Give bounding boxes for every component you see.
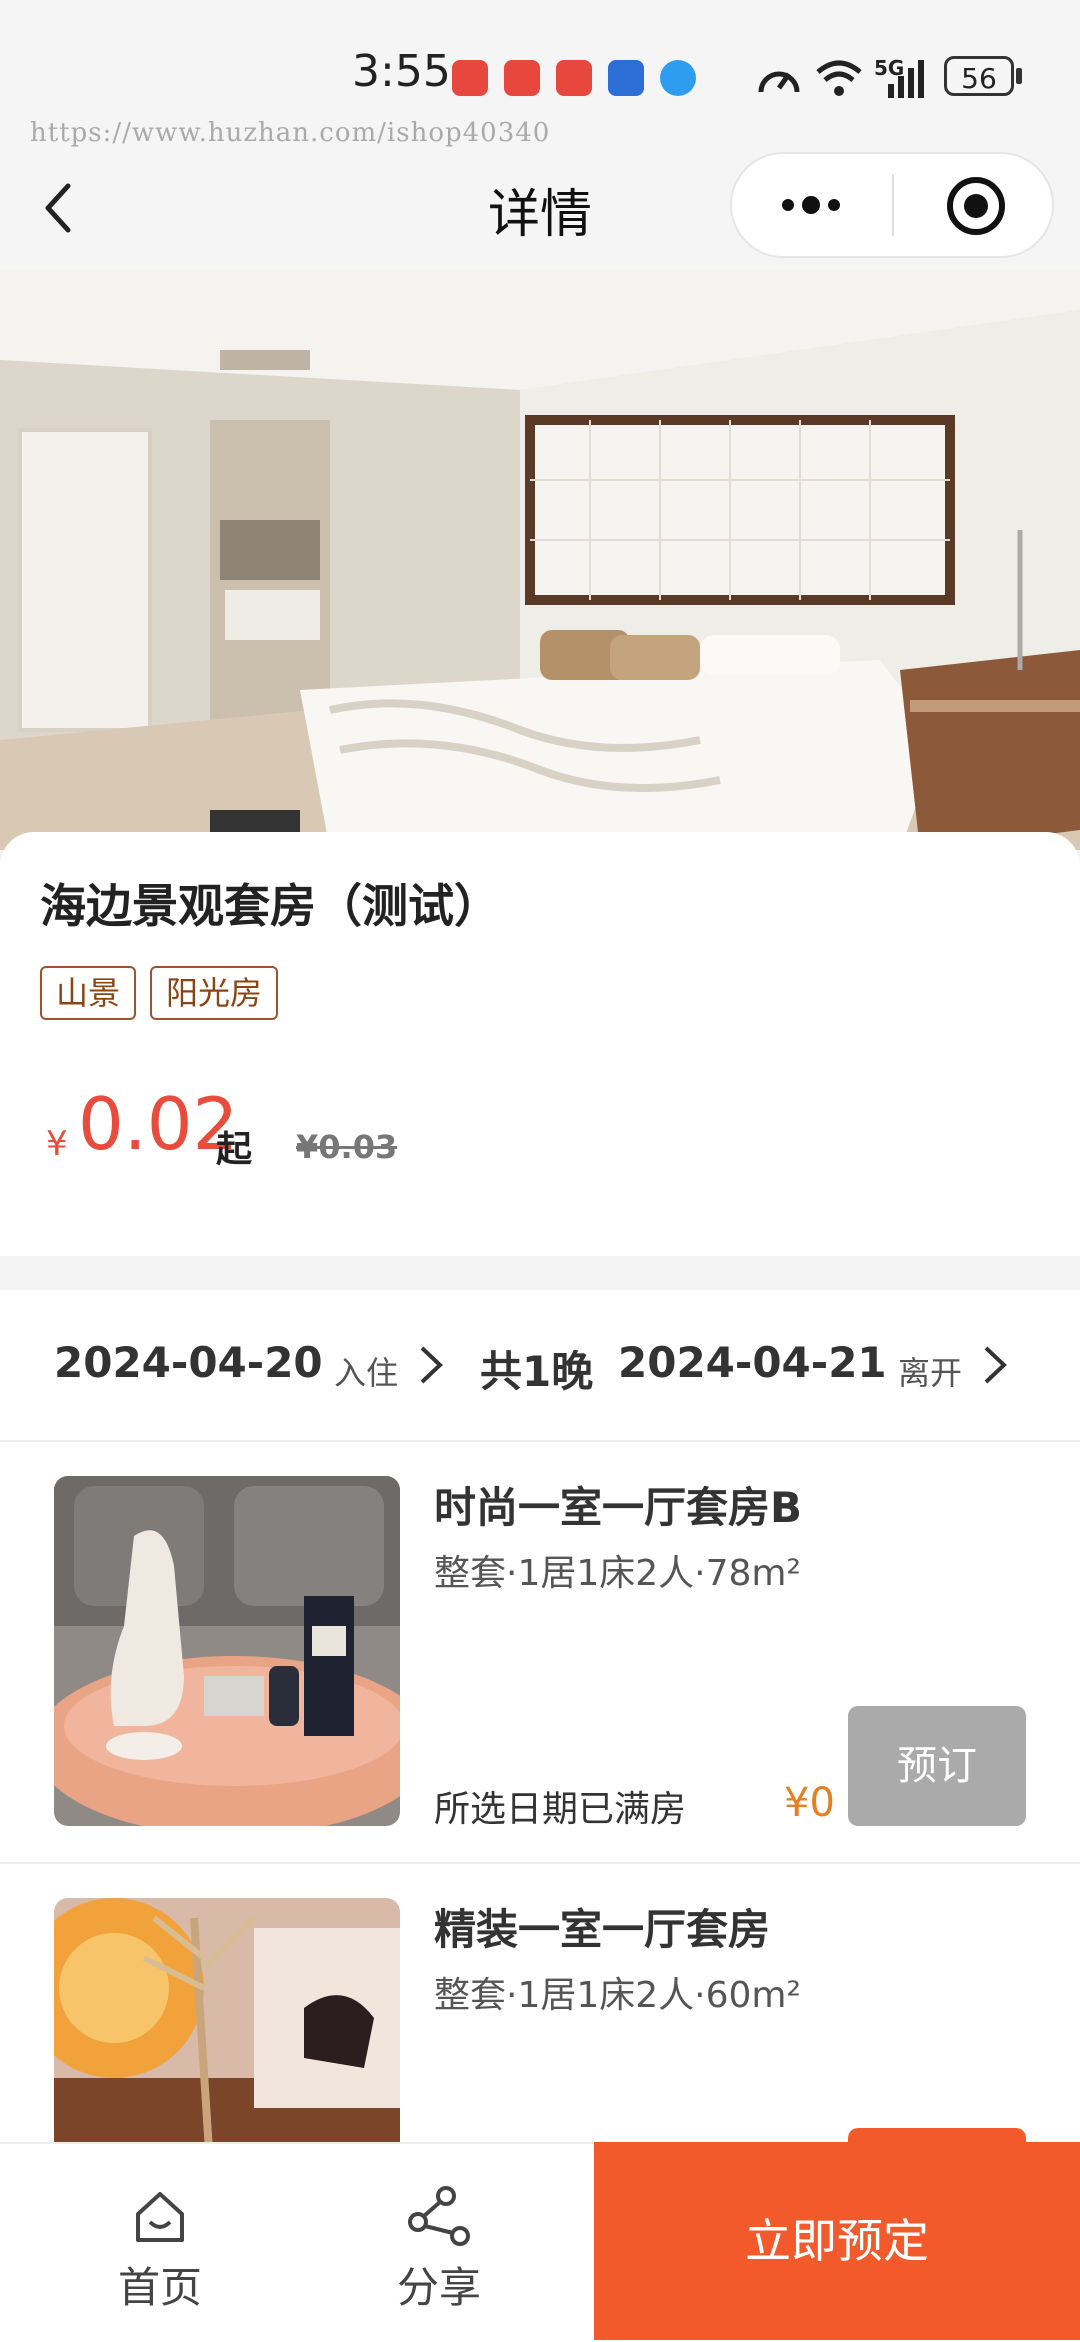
room-title: 海边景观套房（测试） <box>40 879 500 933</box>
book-button-disabled[interactable]: 预订 <box>848 1706 1026 1826</box>
availability-status: 所选日期已满房 <box>434 1789 687 1830</box>
chevron-right-icon[interactable] <box>416 1342 446 1388</box>
nights-count: 共1晚 <box>480 1347 594 1396</box>
tab-home-label: 首页 <box>117 2263 202 2312</box>
battery-indicator: 56 <box>944 56 1014 96</box>
room-price: 0.02 <box>78 1082 239 1166</box>
close-mini-program-icon[interactable] <box>944 174 1008 238</box>
room-item-price: ¥0 <box>784 1780 835 1826</box>
wifi-icon <box>816 60 862 96</box>
huawei-notification-icon <box>452 60 488 96</box>
home-icon <box>136 2192 184 2242</box>
more-icon[interactable] <box>776 180 846 230</box>
original-price: ¥0.03 <box>296 1128 398 1166</box>
room-meta: 整套·1居1床2人·60m² <box>434 1975 801 2016</box>
share-icon <box>408 2186 470 2246</box>
room-hero-image <box>0 270 1080 850</box>
speed-icon <box>758 71 800 93</box>
battery-tip <box>1016 68 1022 84</box>
book-now-button[interactable]: 立即预定 <box>594 2142 1080 2340</box>
message-notification-icon <box>660 60 696 96</box>
huawei-notification-icon <box>556 60 592 96</box>
status-time: 3:55 <box>352 46 451 97</box>
checkin-date[interactable]: 2024-04-20 <box>54 1338 323 1387</box>
capsule-divider <box>892 174 894 236</box>
price-currency: ¥ <box>46 1124 68 1164</box>
tab-home[interactable]: 首页 <box>100 2186 220 2326</box>
tab-share-label: 分享 <box>396 2263 481 2312</box>
checkout-label: 离开 <box>898 1354 963 1392</box>
room-name: 精装一室一厅套房 <box>434 1905 771 1954</box>
room-tag: 山景 <box>40 966 137 1020</box>
price-suffix: 起 <box>216 1129 253 1170</box>
watermark-url: https://www.huzhan.com/ishop40340 <box>30 118 551 148</box>
room-tag: 阳光房 <box>150 966 279 1020</box>
checkout-date[interactable]: 2024-04-21 <box>618 1338 887 1387</box>
room-thumbnail <box>54 1476 400 1826</box>
signal-icon <box>888 60 924 98</box>
app-notification-icon <box>608 60 644 96</box>
room-meta: 整套·1居1床2人·78m² <box>434 1553 801 1594</box>
tab-share[interactable]: 分享 <box>374 2186 504 2326</box>
checkin-label: 入住 <box>334 1354 399 1392</box>
huawei-notification-icon <box>504 60 540 96</box>
room-name: 时尚一室一厅套房B <box>434 1483 803 1532</box>
chevron-right-icon[interactable] <box>980 1342 1010 1388</box>
